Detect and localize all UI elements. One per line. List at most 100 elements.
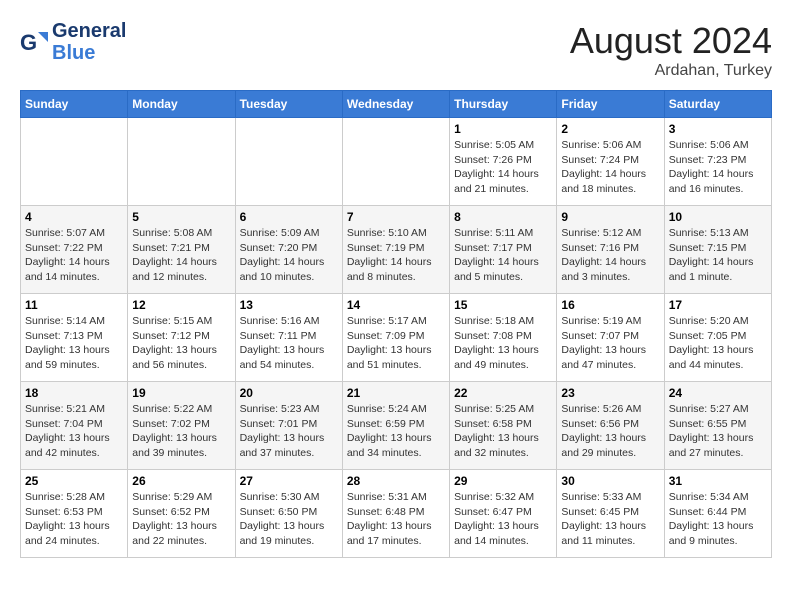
calendar-cell: 15 Sunrise: 5:18 AM Sunset: 7:08 PM Dayli… <box>450 294 557 382</box>
calendar-table: SundayMondayTuesdayWednesdayThursdayFrid… <box>20 90 772 558</box>
day-info: Sunrise: 5:08 AM Sunset: 7:21 PM Dayligh… <box>132 226 230 285</box>
day-number: 24 <box>669 386 767 400</box>
calendar-cell <box>21 118 128 206</box>
day-number: 2 <box>561 122 659 136</box>
calendar-cell: 22Sunrise: 5:25 AM Sunset: 6:58 PM Dayli… <box>450 382 557 470</box>
calendar-cell: 24 Sunrise: 5:27 AM Sunset: 6:55 PM Dayli… <box>664 382 771 470</box>
day-info: Sunrise: 5:34 AM Sunset: 6:44 PM Dayligh… <box>669 490 767 549</box>
day-number: 11 <box>25 298 123 312</box>
calendar-cell: 12Sunrise: 5:15 AM Sunset: 7:12 PM Dayli… <box>128 294 235 382</box>
day-info: Sunrise: 5:28 AM Sunset: 6:53 PM Dayligh… <box>25 490 123 549</box>
day-number: 22 <box>454 386 552 400</box>
calendar-cell <box>128 118 235 206</box>
calendar-cell: 7 Sunrise: 5:10 AM Sunset: 7:19 PM Daylig… <box>342 206 449 294</box>
day-info: Sunrise: 5:07 AM Sunset: 7:22 PM Dayligh… <box>25 226 123 285</box>
day-number: 27 <box>240 474 338 488</box>
day-number: 7 <box>347 210 445 224</box>
calendar-cell: 31 Sunrise: 5:34 AM Sunset: 6:44 PM Dayli… <box>664 470 771 558</box>
day-info: Sunrise: 5:06 AM Sunset: 7:23 PM Dayligh… <box>669 138 767 197</box>
day-info: Sunrise: 5:27 AM Sunset: 6:55 PM Dayligh… <box>669 402 767 461</box>
day-number: 15 <box>454 298 552 312</box>
day-header-saturday: Saturday <box>664 91 771 118</box>
day-number: 23 <box>561 386 659 400</box>
day-info: Sunrise: 5:09 AM Sunset: 7:20 PM Dayligh… <box>240 226 338 285</box>
calendar-cell: 5Sunrise: 5:08 AM Sunset: 7:21 PM Daylig… <box>128 206 235 294</box>
calendar-cell: 26Sunrise: 5:29 AM Sunset: 6:52 PM Dayli… <box>128 470 235 558</box>
day-number: 9 <box>561 210 659 224</box>
day-info: Sunrise: 5:22 AM Sunset: 7:02 PM Dayligh… <box>132 402 230 461</box>
day-info: Sunrise: 5:32 AM Sunset: 6:47 PM Dayligh… <box>454 490 552 549</box>
month-title: August 2024 <box>570 20 772 62</box>
svg-text:G: G <box>20 30 37 55</box>
day-info: Sunrise: 5:18 AM Sunset: 7:08 PM Dayligh… <box>454 314 552 373</box>
day-header-sunday: Sunday <box>21 91 128 118</box>
day-info: Sunrise: 5:24 AM Sunset: 6:59 PM Dayligh… <box>347 402 445 461</box>
day-number: 13 <box>240 298 338 312</box>
calendar-cell: 16Sunrise: 5:19 AM Sunset: 7:07 PM Dayli… <box>557 294 664 382</box>
title-area: August 2024 Ardahan, Turkey <box>570 20 772 80</box>
day-info: Sunrise: 5:21 AM Sunset: 7:04 PM Dayligh… <box>25 402 123 461</box>
day-header-monday: Monday <box>128 91 235 118</box>
calendar-cell: 23Sunrise: 5:26 AM Sunset: 6:56 PM Dayli… <box>557 382 664 470</box>
calendar-cell: 21 Sunrise: 5:24 AM Sunset: 6:59 PM Dayli… <box>342 382 449 470</box>
day-info: Sunrise: 5:14 AM Sunset: 7:13 PM Dayligh… <box>25 314 123 373</box>
day-info: Sunrise: 5:16 AM Sunset: 7:11 PM Dayligh… <box>240 314 338 373</box>
day-info: Sunrise: 5:29 AM Sunset: 6:52 PM Dayligh… <box>132 490 230 549</box>
day-info: Sunrise: 5:20 AM Sunset: 7:05 PM Dayligh… <box>669 314 767 373</box>
day-number: 3 <box>669 122 767 136</box>
day-header-thursday: Thursday <box>450 91 557 118</box>
day-info: Sunrise: 5:10 AM Sunset: 7:19 PM Dayligh… <box>347 226 445 285</box>
day-number: 20 <box>240 386 338 400</box>
calendar-cell: 29Sunrise: 5:32 AM Sunset: 6:47 PM Dayli… <box>450 470 557 558</box>
day-header-friday: Friday <box>557 91 664 118</box>
day-info: Sunrise: 5:23 AM Sunset: 7:01 PM Dayligh… <box>240 402 338 461</box>
day-number: 25 <box>25 474 123 488</box>
calendar-cell: 10 Sunrise: 5:13 AM Sunset: 7:15 PM Dayli… <box>664 206 771 294</box>
calendar-cell: 14Sunrise: 5:17 AM Sunset: 7:09 PM Dayli… <box>342 294 449 382</box>
location-subtitle: Ardahan, Turkey <box>570 62 772 80</box>
logo-icon: G <box>20 28 48 56</box>
day-info: Sunrise: 5:31 AM Sunset: 6:48 PM Dayligh… <box>347 490 445 549</box>
calendar-cell: 30 Sunrise: 5:33 AM Sunset: 6:45 PM Dayli… <box>557 470 664 558</box>
calendar-week-5: 25 Sunrise: 5:28 AM Sunset: 6:53 PM Dayli… <box>21 470 772 558</box>
calendar-week-4: 18 Sunrise: 5:21 AM Sunset: 7:04 PM Dayli… <box>21 382 772 470</box>
calendar-cell: 17 Sunrise: 5:20 AM Sunset: 7:05 PM Dayli… <box>664 294 771 382</box>
calendar-cell: 28 Sunrise: 5:31 AM Sunset: 6:48 PM Dayli… <box>342 470 449 558</box>
calendar-cell: 18 Sunrise: 5:21 AM Sunset: 7:04 PM Dayli… <box>21 382 128 470</box>
calendar-cell: 20 Sunrise: 5:23 AM Sunset: 7:01 PM Dayli… <box>235 382 342 470</box>
calendar-cell: 25 Sunrise: 5:28 AM Sunset: 6:53 PM Dayli… <box>21 470 128 558</box>
calendar-cell: 27 Sunrise: 5:30 AM Sunset: 6:50 PM Dayli… <box>235 470 342 558</box>
calendar-cell: 11 Sunrise: 5:14 AM Sunset: 7:13 PM Dayli… <box>21 294 128 382</box>
day-info: Sunrise: 5:12 AM Sunset: 7:16 PM Dayligh… <box>561 226 659 285</box>
day-info: Sunrise: 5:17 AM Sunset: 7:09 PM Dayligh… <box>347 314 445 373</box>
day-number: 10 <box>669 210 767 224</box>
day-info: Sunrise: 5:06 AM Sunset: 7:24 PM Dayligh… <box>561 138 659 197</box>
day-number: 21 <box>347 386 445 400</box>
calendar-cell: 1Sunrise: 5:05 AM Sunset: 7:26 PM Daylig… <box>450 118 557 206</box>
logo: G General Blue <box>20 20 126 64</box>
calendar-week-2: 4 Sunrise: 5:07 AM Sunset: 7:22 PM Daylig… <box>21 206 772 294</box>
calendar-cell: 8Sunrise: 5:11 AM Sunset: 7:17 PM Daylig… <box>450 206 557 294</box>
day-info: Sunrise: 5:13 AM Sunset: 7:15 PM Dayligh… <box>669 226 767 285</box>
day-number: 8 <box>454 210 552 224</box>
day-number: 28 <box>347 474 445 488</box>
day-number: 4 <box>25 210 123 224</box>
calendar-cell: 6 Sunrise: 5:09 AM Sunset: 7:20 PM Daylig… <box>235 206 342 294</box>
day-info: Sunrise: 5:30 AM Sunset: 6:50 PM Dayligh… <box>240 490 338 549</box>
day-number: 18 <box>25 386 123 400</box>
calendar-cell: 13 Sunrise: 5:16 AM Sunset: 7:11 PM Dayli… <box>235 294 342 382</box>
day-number: 16 <box>561 298 659 312</box>
calendar-week-3: 11 Sunrise: 5:14 AM Sunset: 7:13 PM Dayli… <box>21 294 772 382</box>
calendar-cell: 3 Sunrise: 5:06 AM Sunset: 7:23 PM Daylig… <box>664 118 771 206</box>
calendar-cell: 19Sunrise: 5:22 AM Sunset: 7:02 PM Dayli… <box>128 382 235 470</box>
day-number: 30 <box>561 474 659 488</box>
day-info: Sunrise: 5:33 AM Sunset: 6:45 PM Dayligh… <box>561 490 659 549</box>
day-number: 6 <box>240 210 338 224</box>
calendar-cell <box>342 118 449 206</box>
day-header-wednesday: Wednesday <box>342 91 449 118</box>
day-number: 31 <box>669 474 767 488</box>
logo-line2: Blue <box>52 42 126 64</box>
calendar-body: 1Sunrise: 5:05 AM Sunset: 7:26 PM Daylig… <box>21 118 772 558</box>
day-number: 17 <box>669 298 767 312</box>
day-number: 1 <box>454 122 552 136</box>
